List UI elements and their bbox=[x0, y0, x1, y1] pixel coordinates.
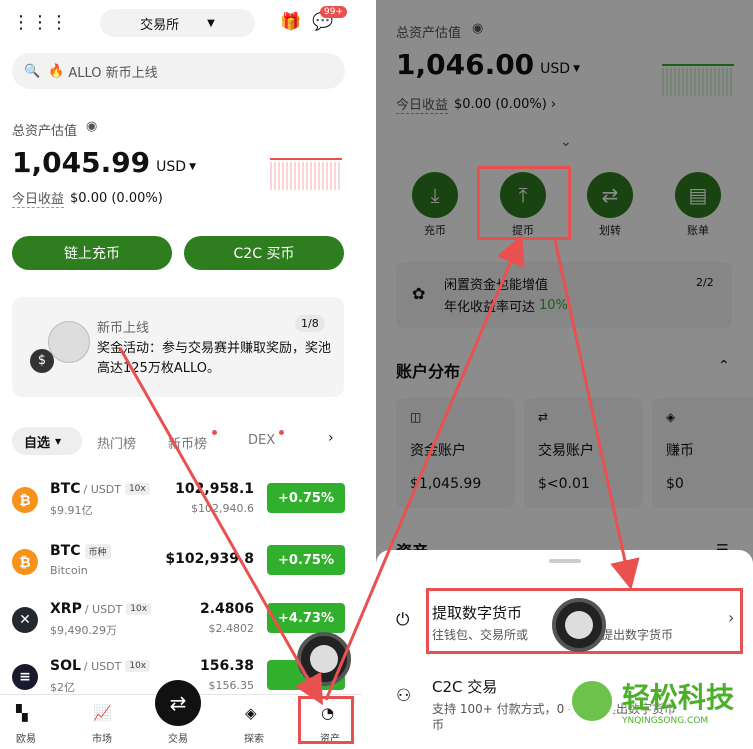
arrow-banner-to-assets bbox=[118, 347, 323, 706]
annotation-arrows bbox=[118, 234, 640, 706]
arrow-withdraw-to-sheet bbox=[553, 239, 640, 590]
arrow-assets-to-withdraw bbox=[324, 234, 525, 701]
